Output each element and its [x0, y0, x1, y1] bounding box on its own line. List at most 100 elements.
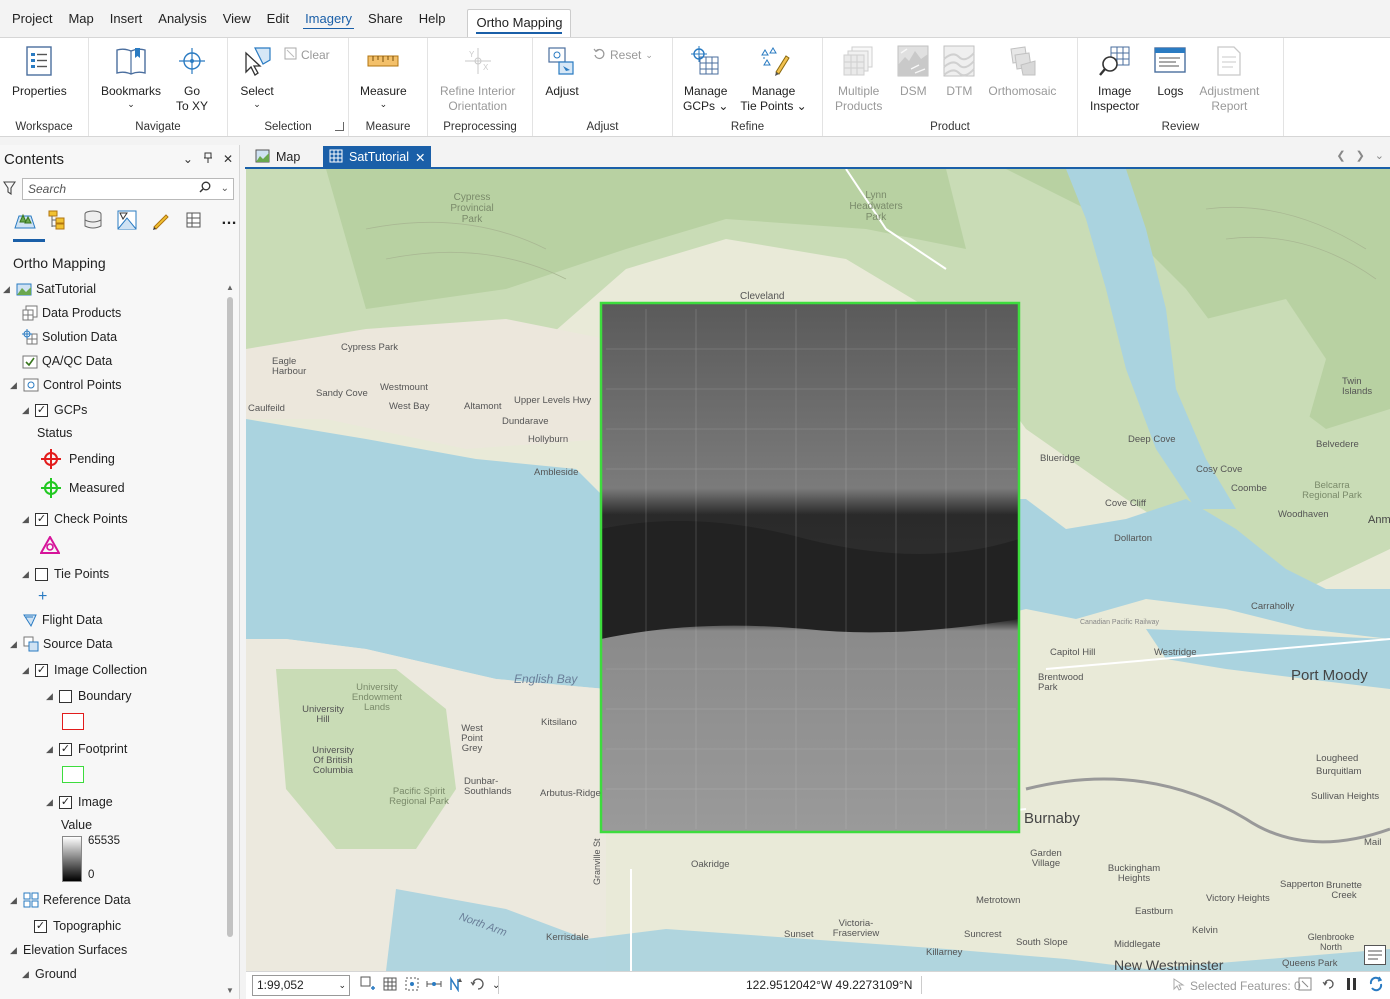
- menu-tab-map[interactable]: Map: [60, 0, 101, 37]
- gcps-checkbox[interactable]: ✓: [35, 403, 48, 417]
- image-checkbox[interactable]: ✓: [59, 795, 72, 809]
- expand-triangle-icon[interactable]: ◢: [46, 745, 54, 754]
- expand-triangle-icon[interactable]: ◢: [10, 946, 18, 955]
- tab-map[interactable]: Map: [249, 146, 306, 168]
- topographic-checkbox[interactable]: ✓: [34, 919, 47, 933]
- selection-icon: [1173, 978, 1186, 994]
- expand-triangle-icon[interactable]: ◢: [3, 285, 11, 294]
- map-label: Cypress Provincial Park: [450, 192, 494, 225]
- chevron-down-icon[interactable]: ⌄: [221, 179, 229, 199]
- tree-node-check-points[interactable]: ◢ ✓ Check Points: [22, 508, 128, 530]
- expand-triangle-icon[interactable]: ◢: [46, 798, 54, 807]
- boundary-checkbox[interactable]: [59, 689, 72, 703]
- measure-label: Measure: [360, 84, 407, 98]
- chevron-right-icon[interactable]: ❯: [1356, 149, 1365, 162]
- image-inspector-label-1: Image: [1098, 84, 1132, 98]
- tab-sattutorial[interactable]: SatTutorial ✕: [323, 146, 431, 168]
- tree-node-solution-data[interactable]: Solution Data: [22, 326, 117, 348]
- database-icon[interactable]: [82, 209, 104, 231]
- tree-node-topographic[interactable]: ✓ Topographic: [34, 915, 121, 937]
- menu-tab-edit[interactable]: Edit: [259, 0, 297, 37]
- menu-tab-project[interactable]: Project: [4, 0, 60, 37]
- tree-node-qaqc-data[interactable]: QA/QC Data: [22, 350, 112, 372]
- measure-distance-icon[interactable]: [426, 976, 442, 995]
- menu-bar: Project Map Insert Analysis View Edit Im…: [0, 0, 1390, 37]
- expand-triangle-icon[interactable]: ◢: [10, 640, 18, 649]
- grid-icon[interactable]: [382, 976, 398, 995]
- pencil-icon[interactable]: [150, 209, 172, 231]
- select-label: Select: [240, 84, 274, 98]
- chevron-left-icon[interactable]: ❮: [1336, 149, 1345, 162]
- map-label: Upper Levels Hwy: [514, 395, 592, 406]
- menu-tab-insert[interactable]: Insert: [102, 0, 151, 37]
- scroll-thumb[interactable]: [227, 297, 233, 937]
- search-icon[interactable]: [199, 179, 211, 199]
- toggle-selection-icon[interactable]: [1298, 977, 1312, 994]
- chevron-down-icon[interactable]: ⌄: [492, 980, 500, 991]
- contents-scrollbar[interactable]: ▲ ▼: [225, 283, 235, 995]
- menu-tab-view[interactable]: View: [215, 0, 259, 37]
- expand-triangle-icon[interactable]: ◢: [10, 896, 18, 905]
- chevron-down-icon[interactable]: ⌄: [183, 152, 193, 167]
- close-icon[interactable]: ✕: [223, 152, 233, 167]
- menu-tab-ortho-mapping[interactable]: Ortho Mapping: [467, 9, 572, 37]
- tree-node-source-data[interactable]: ◢ Source Data: [10, 633, 112, 655]
- pin-icon[interactable]: [203, 152, 213, 167]
- tree-node-data-products[interactable]: Data Products: [22, 302, 121, 324]
- list-by-drawing-order-icon[interactable]: [14, 209, 36, 231]
- search-input[interactable]: Search ⌄: [22, 178, 234, 200]
- map-view[interactable]: Cypress Provincial Park Lynn Headwaters …: [246, 169, 1390, 971]
- reset-button[interactable]: Reset ⌄: [593, 46, 653, 64]
- expand-triangle-icon[interactable]: ◢: [22, 515, 30, 524]
- sync-icon[interactable]: [1368, 976, 1384, 995]
- menu-tab-help[interactable]: Help: [411, 0, 454, 37]
- notes-icon[interactable]: [1364, 945, 1386, 965]
- filter-icon[interactable]: [2, 181, 17, 198]
- tree-node-image[interactable]: ◢ ✓ Image: [46, 791, 113, 813]
- scroll-up-icon[interactable]: ▲: [226, 283, 234, 292]
- check-points-checkbox[interactable]: ✓: [35, 512, 48, 526]
- north-arrow-icon[interactable]: [448, 976, 464, 995]
- clear-button[interactable]: Clear: [284, 46, 330, 64]
- more-options-icon[interactable]: …: [218, 209, 240, 231]
- image-collection-checkbox[interactable]: ✓: [35, 663, 48, 677]
- expand-triangle-icon[interactable]: ◢: [22, 570, 30, 579]
- tree-node-reference-data[interactable]: ◢ Reference Data: [10, 889, 131, 911]
- expand-triangle-icon[interactable]: ◢: [46, 692, 54, 701]
- list-by-snapping-icon[interactable]: [184, 209, 206, 231]
- pause-icon[interactable]: [1346, 977, 1358, 994]
- refresh-icon[interactable]: [1322, 977, 1336, 994]
- list-by-data-source-icon[interactable]: [48, 209, 70, 231]
- fixed-zoom-icon[interactable]: [360, 976, 376, 995]
- tree-node-boundary[interactable]: ◢ Boundary: [46, 685, 132, 707]
- scroll-down-icon[interactable]: ▼: [226, 986, 234, 995]
- chevron-down-icon[interactable]: ⌄: [1375, 149, 1384, 162]
- scale-selector[interactable]: 1:99,052 ⌄: [252, 975, 350, 996]
- menu-tab-imagery[interactable]: Imagery: [297, 0, 360, 37]
- expand-triangle-icon[interactable]: ◢: [22, 970, 30, 979]
- tree-node-image-collection[interactable]: ◢ ✓ Image Collection: [22, 659, 147, 681]
- tree-node-flight-data[interactable]: Flight Data: [22, 609, 102, 631]
- tree-node-control-points[interactable]: ◢ Control Points: [10, 374, 122, 396]
- map-label: Dunbar-Southlands: [464, 776, 512, 797]
- menu-tab-analysis[interactable]: Analysis: [150, 0, 214, 37]
- tree-node-sattutorial[interactable]: ◢ SatTutorial: [3, 278, 96, 300]
- tree-node-footprint[interactable]: ◢ ✓ Footprint: [46, 738, 127, 760]
- map-label: Suncrest: [964, 929, 1002, 940]
- tree-node-tie-points[interactable]: ◢ Tie Points: [22, 563, 109, 585]
- list-by-selection-icon[interactable]: [116, 209, 138, 231]
- expand-triangle-icon[interactable]: ◢: [10, 381, 18, 390]
- expand-triangle-icon[interactable]: ◢: [22, 666, 30, 675]
- tie-points-checkbox[interactable]: [35, 567, 48, 581]
- selection-options-launcher-icon[interactable]: [335, 122, 344, 131]
- close-icon[interactable]: ✕: [415, 150, 425, 165]
- selected-features[interactable]: Selected Features: 0: [1173, 978, 1301, 994]
- snapping-icon[interactable]: [404, 976, 420, 995]
- tree-node-ground[interactable]: ◢ Ground: [22, 963, 77, 985]
- tree-node-gcps[interactable]: ◢ ✓ GCPs: [22, 399, 87, 421]
- rotate-icon[interactable]: [470, 976, 486, 995]
- expand-triangle-icon[interactable]: ◢: [22, 406, 30, 415]
- menu-tab-share[interactable]: Share: [360, 0, 411, 37]
- tree-node-elevation-surfaces[interactable]: ◢ Elevation Surfaces: [10, 939, 127, 961]
- footprint-checkbox[interactable]: ✓: [59, 742, 72, 756]
